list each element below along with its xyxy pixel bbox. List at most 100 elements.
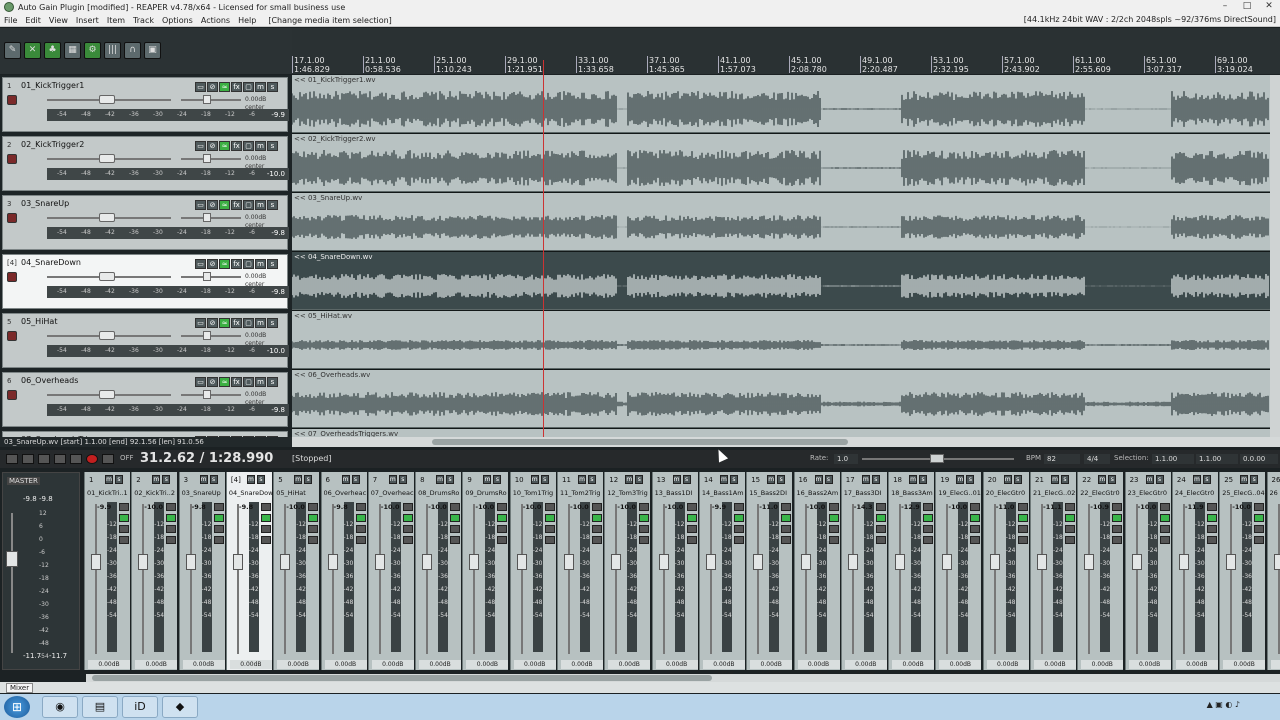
selection-end[interactable]: 1.1.00 bbox=[1196, 454, 1238, 464]
media-item[interactable]: << 06_Overheads.wv bbox=[292, 370, 1270, 428]
phase-button[interactable] bbox=[1206, 536, 1217, 544]
fx-button[interactable] bbox=[781, 503, 792, 511]
route-button[interactable] bbox=[213, 525, 224, 533]
fx-button[interactable] bbox=[308, 503, 319, 511]
phase-button[interactable]: ⊘ bbox=[207, 82, 218, 92]
route-button[interactable] bbox=[875, 525, 886, 533]
strip-solo-button[interactable]: s bbox=[351, 475, 360, 484]
strip-mute-button[interactable]: m bbox=[909, 475, 918, 484]
master-fader[interactable] bbox=[6, 551, 18, 567]
record-arm-button[interactable] bbox=[7, 213, 17, 223]
mute-button[interactable]: m bbox=[255, 377, 266, 387]
env-button[interactable] bbox=[733, 514, 744, 522]
strip-volume-fader[interactable] bbox=[516, 554, 527, 570]
fx-button[interactable] bbox=[639, 503, 650, 511]
strip-name[interactable]: 14_Bass1Am bbox=[702, 489, 746, 499]
track-header[interactable]: 3 03_SnareUp 0.00dB center ▭ ⊘ ≈ fx ▢ m s -54 -48 -42… bbox=[2, 195, 289, 250]
strip-solo-button[interactable]: s bbox=[682, 475, 691, 484]
strip-solo-button[interactable]: s bbox=[1013, 475, 1022, 484]
arrange-view[interactable]: << 01_KickTrigger1.wv << 02_KickTrigger2.… bbox=[292, 75, 1270, 437]
track-name-field[interactable]: 01_KickTrigger1 bbox=[21, 81, 171, 92]
strip-mute-button[interactable]: m bbox=[152, 475, 161, 484]
fx-route-button[interactable]: ▭ bbox=[195, 141, 206, 151]
env-button[interactable] bbox=[213, 514, 224, 522]
env-button[interactable] bbox=[308, 514, 319, 522]
phase-button[interactable] bbox=[1065, 536, 1075, 544]
maximize-button[interactable]: □ bbox=[1236, 0, 1258, 14]
strip-name[interactable]: 13_Bass1DI bbox=[655, 489, 699, 499]
mixer-tab[interactable]: Mixer bbox=[6, 683, 34, 693]
route-button[interactable] bbox=[1112, 525, 1123, 533]
fx-button[interactable]: fx bbox=[231, 318, 242, 328]
strip-volume-fader[interactable] bbox=[989, 554, 1000, 570]
strip-solo-button[interactable]: s bbox=[777, 475, 786, 484]
route-button[interactable] bbox=[639, 525, 650, 533]
volume-fader[interactable] bbox=[99, 213, 115, 222]
strip-mute-button[interactable]: m bbox=[956, 475, 965, 484]
fx-button[interactable] bbox=[828, 503, 839, 511]
phase-button[interactable]: ⊘ bbox=[207, 318, 218, 328]
track-header[interactable]: 5 05_HiHat 0.00dB center ▭ ⊘ ≈ fx ▢ m s -54 -48 -42 -3… bbox=[2, 313, 289, 368]
strip-solo-button[interactable]: s bbox=[1250, 475, 1259, 484]
strip-mute-button[interactable]: m bbox=[672, 475, 681, 484]
track-header[interactable]: 1 01_KickTrigger1 0.00dB center ▭ ⊘ ≈ fx ▢ m s -54-… bbox=[2, 77, 289, 132]
fx-route-button[interactable]: ▭ bbox=[195, 82, 206, 92]
close-button[interactable]: ✕ bbox=[1258, 0, 1280, 14]
strip-solo-button[interactable]: s bbox=[162, 475, 171, 484]
fx-button[interactable] bbox=[1065, 503, 1075, 511]
strip-name[interactable]: 25_ElecG..04 bbox=[1222, 489, 1266, 499]
strip-solo-button[interactable]: s bbox=[446, 475, 455, 484]
scroll-thumb[interactable] bbox=[432, 439, 848, 445]
strip-solo-button[interactable]: s bbox=[209, 475, 218, 484]
env-button[interactable] bbox=[639, 514, 650, 522]
timeline-ruler[interactable]: 17.1.00 1:46.829 21.1.00 0:58.536 25.1.00 1:1… bbox=[292, 28, 1280, 74]
rate-slider-knob[interactable] bbox=[930, 454, 944, 463]
strip-volume-fader[interactable] bbox=[847, 554, 858, 570]
strip-mute-button[interactable]: m bbox=[294, 475, 303, 484]
track-header[interactable]: 6 06_Overheads 0.00dB center ▭ ⊘ ≈ fx ▢ m s -54 -48-… bbox=[2, 372, 289, 427]
phase-button[interactable] bbox=[828, 536, 839, 544]
fx-button[interactable] bbox=[1159, 503, 1170, 511]
id-app-icon[interactable]: iD bbox=[122, 696, 158, 718]
strip-solo-button[interactable]: s bbox=[729, 475, 738, 484]
mixer-strip[interactable]: 19 m s 19_ElecG..01 -10.0 -12 -18 -24 -30 -36 -42-… bbox=[935, 472, 982, 677]
env-button[interactable] bbox=[923, 514, 934, 522]
strip-volume-fader[interactable] bbox=[422, 554, 433, 570]
strip-name[interactable]: 03_SnareUp bbox=[182, 489, 226, 499]
track-header[interactable]: [4] 04_SnareDown 0.00dB center ▭ ⊘ ≈ fx ▢ m s -54 -4… bbox=[2, 254, 289, 309]
phase-button[interactable] bbox=[355, 536, 366, 544]
strip-volume-fader[interactable] bbox=[1037, 554, 1047, 570]
strip-volume-fader[interactable] bbox=[800, 554, 811, 570]
strip-mute-button[interactable]: m bbox=[1145, 475, 1154, 484]
mixer-strip[interactable]: 2 m s 02_KickTri..2 -10.0 -12 -18 -24 -30 -36 -42-… bbox=[131, 472, 178, 677]
fx-button[interactable]: fx bbox=[231, 141, 242, 151]
io-button[interactable]: ▢ bbox=[243, 82, 254, 92]
menu-help[interactable]: Help bbox=[234, 16, 260, 25]
strip-solo-button[interactable]: s bbox=[1108, 475, 1117, 484]
strip-volume-fader[interactable] bbox=[705, 554, 716, 570]
env-button[interactable] bbox=[828, 514, 839, 522]
phase-button[interactable]: ⊘ bbox=[207, 377, 218, 387]
mixer-strip[interactable]: 18 m s 18_Bass3Am -12.9 -12 -18 -24 -30 -36 -42 -48… bbox=[888, 472, 935, 677]
pan-slider[interactable] bbox=[203, 213, 211, 222]
solo-button[interactable]: s bbox=[267, 377, 278, 387]
strip-name[interactable]: 07_Overheac bbox=[371, 489, 415, 499]
mute-button[interactable]: m bbox=[255, 318, 266, 328]
fx-button[interactable] bbox=[686, 503, 697, 511]
strip-solo-button[interactable]: s bbox=[540, 475, 549, 484]
off-indicator[interactable]: OFF bbox=[120, 454, 134, 462]
env-button[interactable]: ≈ bbox=[219, 377, 230, 387]
mixer-strip[interactable]: 17 m s 17_Bass3DI -14.3 -12 -18 -24 -30 -36 -42 -48… bbox=[840, 472, 887, 677]
phase-button[interactable] bbox=[1159, 536, 1170, 544]
strip-volume-fader[interactable] bbox=[138, 554, 149, 570]
vertical-scrollbar[interactable] bbox=[1270, 75, 1280, 437]
strip-solo-button[interactable]: s bbox=[824, 475, 833, 484]
strip-name[interactable]: 11_Tom2Trig bbox=[560, 489, 604, 499]
folder-icon[interactable]: ▤ bbox=[82, 696, 118, 718]
strip-name[interactable]: 19_ElecG..01 bbox=[938, 489, 982, 499]
snap-icon[interactable]: ⚙ bbox=[84, 42, 101, 59]
phase-button[interactable]: ⊘ bbox=[207, 200, 218, 210]
route-button[interactable] bbox=[1065, 525, 1075, 533]
strip-mute-button[interactable]: m bbox=[1192, 475, 1201, 484]
route-button[interactable] bbox=[828, 525, 839, 533]
